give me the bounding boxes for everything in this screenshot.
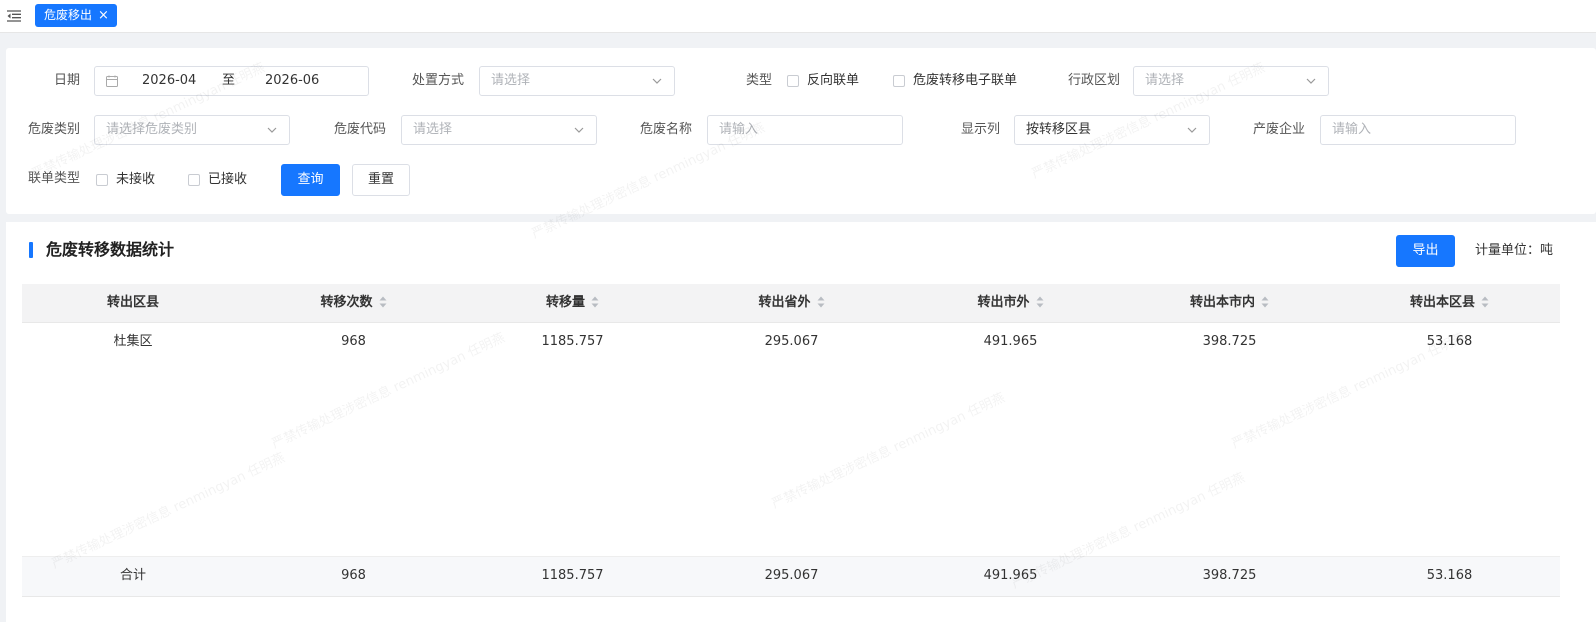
date-range-picker[interactable]: 2026-04 至 2026-06 xyxy=(94,66,369,96)
waste-name-label: 危废名称 xyxy=(640,122,693,137)
sort-icon[interactable] xyxy=(1261,296,1269,308)
column-header-transfer-amount[interactable]: 转移量 xyxy=(463,284,682,322)
table-cell: 295.067 xyxy=(764,334,819,349)
region-select[interactable]: 请选择 xyxy=(1133,66,1329,96)
chevron-down-icon xyxy=(1187,127,1197,133)
total-cell: 合计 xyxy=(119,568,146,583)
table-cell: 53.168 xyxy=(1426,334,1473,349)
electronic-manifest-text: 危废转移电子联单 xyxy=(913,73,1018,88)
sort-icon[interactable] xyxy=(1036,296,1044,308)
table-row[interactable]: 杜集区 968 1185.757 295.067 491.965 398.725… xyxy=(22,323,1560,361)
date-label: 日期 xyxy=(54,73,81,88)
chevron-down-icon xyxy=(267,127,277,133)
reverse-manifest-text: 反向联单 xyxy=(807,73,860,88)
table-total-row: 合计 968 1185.757 295.067 491.965 398.725 … xyxy=(22,556,1560,597)
table-cell: 491.965 xyxy=(983,334,1038,349)
display-column-select[interactable]: 按转移区县 xyxy=(1014,115,1210,145)
column-header-within-district[interactable]: 转出本区县 xyxy=(1339,284,1560,322)
table-cell: 1185.757 xyxy=(541,334,604,349)
table-cell: 398.725 xyxy=(1202,334,1257,349)
waste-name-input[interactable]: 请输入 xyxy=(707,115,903,145)
disposal-select[interactable]: 请选择 xyxy=(479,66,675,96)
date-start[interactable]: 2026-04 xyxy=(142,67,196,95)
column-header-out-province[interactable]: 转出省外 xyxy=(682,284,901,322)
not-received-checkbox[interactable] xyxy=(96,174,108,186)
close-icon[interactable]: × xyxy=(98,9,109,22)
manifest-type-label: 联单类型 xyxy=(28,171,81,186)
chevron-down-icon xyxy=(652,78,662,84)
table-cell: 杜集区 xyxy=(113,334,153,349)
total-cell: 53.168 xyxy=(1426,568,1473,583)
producer-placeholder: 请输入 xyxy=(1332,122,1372,137)
export-button[interactable]: 导出 xyxy=(1396,235,1455,267)
menu-fold-icon[interactable] xyxy=(6,8,22,24)
waste-code-placeholder: 请选择 xyxy=(413,122,453,137)
received-text: 已接收 xyxy=(208,172,248,187)
reset-button[interactable]: 重置 xyxy=(352,164,410,196)
tab-label: 危废移出 xyxy=(44,8,93,22)
waste-category-placeholder: 请选择危废类别 xyxy=(106,122,198,137)
sort-icon[interactable] xyxy=(817,296,825,308)
date-end[interactable]: 2026-06 xyxy=(265,67,319,95)
sort-icon[interactable] xyxy=(591,296,599,308)
display-column-label: 显示列 xyxy=(961,122,1001,137)
unit-label: 计量单位：吨 xyxy=(1475,243,1554,258)
waste-category-select[interactable]: 请选择危废类别 xyxy=(94,115,290,145)
reverse-manifest-checkbox[interactable] xyxy=(787,75,799,87)
chevron-down-icon xyxy=(574,127,584,133)
sort-icon[interactable] xyxy=(1481,296,1489,308)
producer-label: 产废企业 xyxy=(1253,122,1306,137)
region-label: 行政区划 xyxy=(1068,73,1121,88)
panel-title: 危废转移数据统计 xyxy=(46,240,175,259)
total-cell: 968 xyxy=(341,568,366,583)
electronic-manifest-checkbox[interactable] xyxy=(893,75,905,87)
producer-input[interactable]: 请输入 xyxy=(1320,115,1516,145)
disposal-label: 处置方式 xyxy=(412,73,465,88)
tab-hazardous-waste-out[interactable]: 危废移出 × xyxy=(35,4,117,27)
total-cell: 1185.757 xyxy=(541,568,604,583)
table-cell: 968 xyxy=(341,334,366,349)
disposal-placeholder: 请选择 xyxy=(491,73,531,88)
column-header-district: 转出区县 xyxy=(106,295,159,310)
title-accent-bar xyxy=(29,242,33,258)
total-cell: 491.965 xyxy=(983,568,1038,583)
total-cell: 398.725 xyxy=(1202,568,1257,583)
calendar-icon xyxy=(106,75,118,91)
type-label: 类型 xyxy=(746,73,773,88)
sort-icon[interactable] xyxy=(379,296,387,308)
table-header: 转出区县 转移次数 转移量 转出省外 转出市外 转出本市内 转出本区县 xyxy=(22,284,1560,323)
query-button[interactable]: 查询 xyxy=(281,164,340,196)
top-bar: 危废移出 × xyxy=(0,0,1596,33)
total-cell: 295.067 xyxy=(764,568,819,583)
column-header-transfer-count[interactable]: 转移次数 xyxy=(244,284,463,322)
date-separator: 至 xyxy=(222,73,236,88)
region-placeholder: 请选择 xyxy=(1145,73,1185,88)
column-header-within-city[interactable]: 转出本市内 xyxy=(1120,284,1339,322)
column-header-out-city[interactable]: 转出市外 xyxy=(901,284,1120,322)
waste-code-select[interactable]: 请选择 xyxy=(401,115,597,145)
received-checkbox[interactable] xyxy=(188,174,200,186)
waste-category-label: 危废类别 xyxy=(28,122,81,137)
not-received-text: 未接收 xyxy=(116,172,156,187)
chevron-down-icon xyxy=(1306,78,1316,84)
display-column-value: 按转移区县 xyxy=(1026,122,1092,137)
waste-name-placeholder: 请输入 xyxy=(719,122,759,137)
waste-code-label: 危废代码 xyxy=(334,122,387,137)
